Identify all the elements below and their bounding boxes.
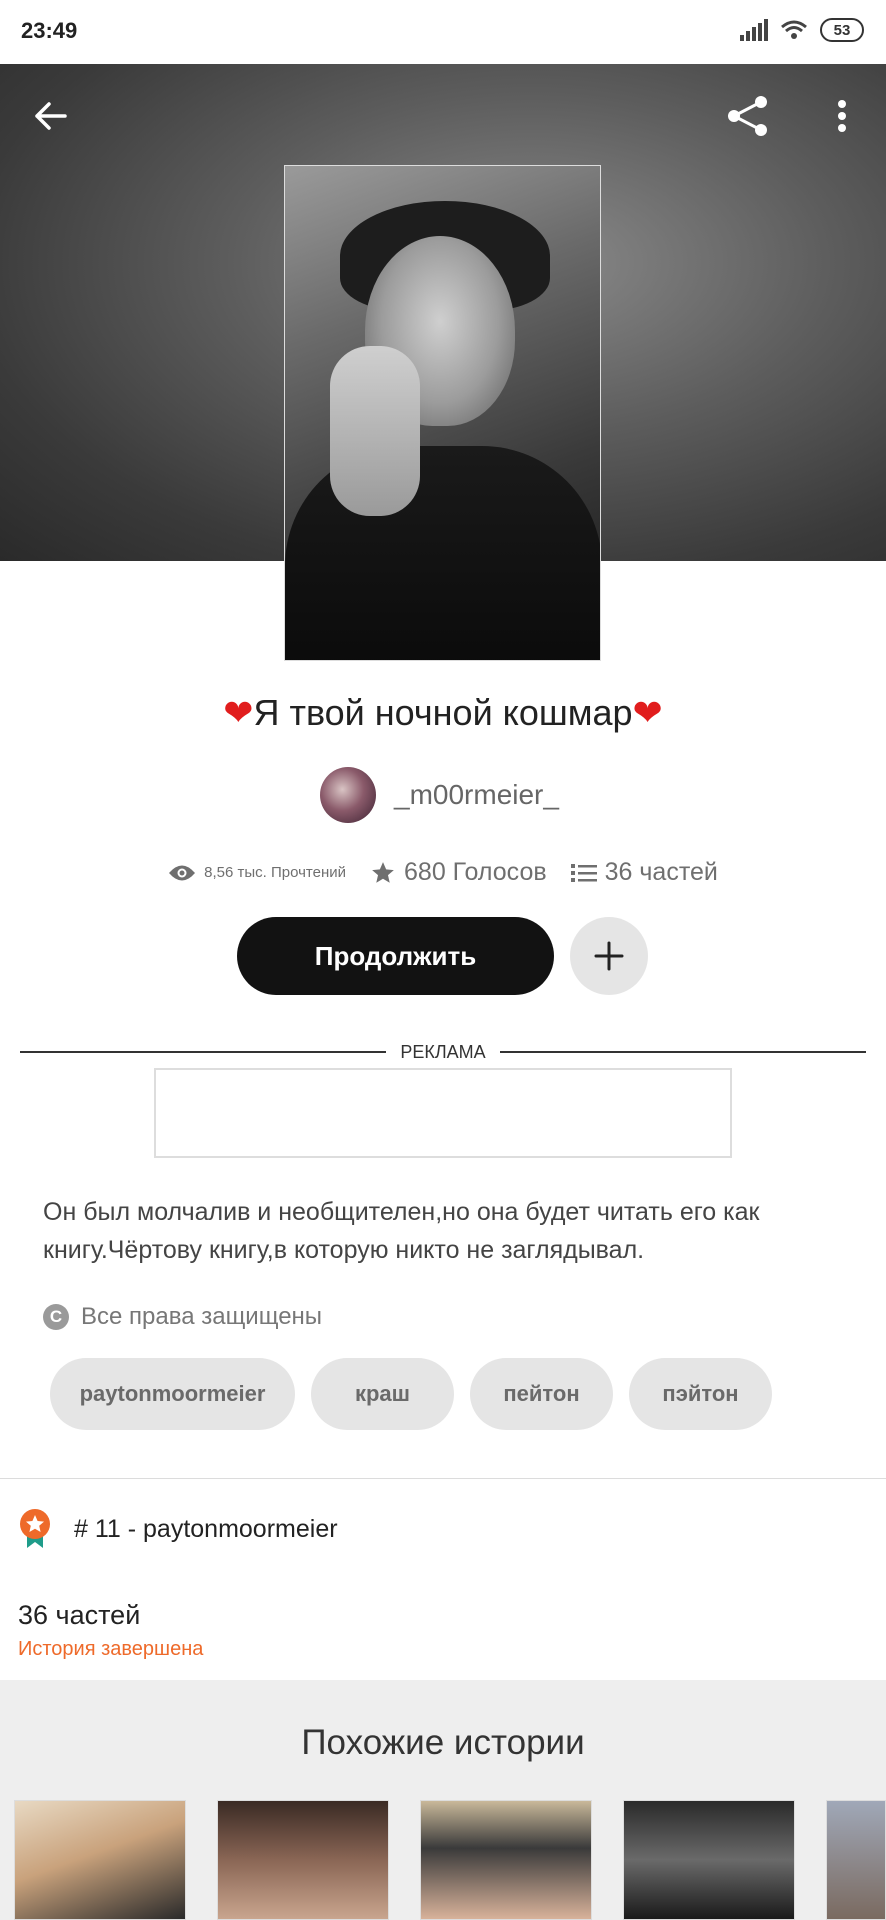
tag-chip[interactable]: краш [311,1358,454,1430]
more-options-button[interactable] [818,92,866,140]
tag-chip[interactable]: пейтон [470,1358,613,1430]
similar-story-cover[interactable] [623,1800,795,1920]
cover-figure-hand [330,346,420,516]
story-title-text: Я твой ночной кошмар [253,692,633,733]
tag-chip[interactable]: paytonmoormeier [50,1358,295,1430]
add-to-library-button[interactable] [570,917,648,995]
status-time: 23:49 [21,18,78,43]
heart-icon: ❤ [223,692,254,733]
share-button[interactable] [724,92,772,140]
arrow-left-icon [35,102,67,130]
heart-icon: ❤ [632,692,663,733]
ranking-badge-icon [20,1509,50,1548]
story-status: История завершена [18,1638,204,1660]
ranking-text[interactable]: # 11 - paytonmoormeier [74,1515,338,1544]
parts-count-stat: 36 частей [604,858,718,886]
votes-count: 680 Голосов [404,858,547,886]
continue-reading-button[interactable]: Продолжить [237,917,554,995]
similar-story-cover[interactable] [217,1800,389,1920]
wifi-icon [781,20,807,39]
story-title: ❤Я твой ночной кошмар❤ [0,692,886,734]
ad-label: РЕКЛАМА [400,1042,486,1062]
star-icon [372,861,394,883]
parts-count[interactable]: 36 частей [18,1600,140,1631]
plus-icon [594,941,624,971]
more-vertical-icon [838,100,846,132]
similar-stories-title: Похожие истории [301,1723,585,1762]
reads-count: 8,56 тыс. Прочтений [204,864,347,881]
similar-story-cover[interactable] [826,1800,886,1920]
ad-slot[interactable] [154,1068,732,1158]
copyright-icon: C [43,1304,69,1330]
list-icon [570,863,597,882]
similar-story-cover[interactable] [14,1800,186,1920]
ad-divider [500,1051,866,1053]
author-row[interactable]: _m00rmeier_ [320,767,559,823]
status-bar: 23:49 53 [0,0,886,64]
avatar[interactable] [320,767,376,823]
reads-stat: 8,56 тыс. Прочтений [168,863,346,883]
ad-header: РЕКЛАМА [20,1040,866,1064]
status-icons: 53 [740,18,864,42]
signal-icon [740,19,768,41]
tag-chip[interactable]: пэйтон [629,1358,772,1430]
votes-stat: 680 Голосов [370,858,547,887]
ad-divider [20,1051,386,1053]
similar-stories-section: Похожие истории [0,1680,886,1920]
tag-list: paytonmoormeier краш пейтон пэйтон [50,1358,772,1430]
parts-stat: 36 частей [570,858,718,887]
ranking-row[interactable]: # 11 - paytonmoormeier [18,1508,338,1550]
story-cover-image[interactable] [284,165,601,661]
copyright-row: C Все права защищены [43,1303,322,1331]
share-icon [728,96,767,136]
copyright-text: Все права защищены [81,1303,323,1330]
back-button[interactable] [26,92,74,140]
similar-story-cover[interactable] [420,1800,592,1920]
story-stats: 8,56 тыс. Прочтений 680 Голосов 36 часте… [0,858,886,887]
battery-icon: 53 [820,18,864,42]
author-name[interactable]: _m00rmeier_ [394,779,559,811]
story-description: Он был молчалив и необщителен,но она буд… [43,1198,760,1264]
eye-icon [169,865,196,880]
section-divider [0,1478,886,1479]
